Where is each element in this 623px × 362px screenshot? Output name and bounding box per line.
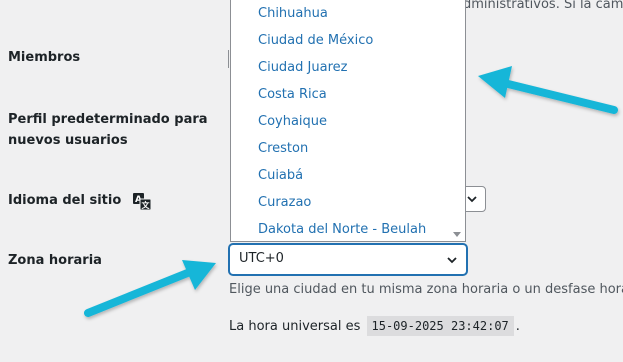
utc-time-prefix: La hora universal es xyxy=(229,319,361,334)
description-partial-top: dministrativos. Si la camb xyxy=(463,0,623,12)
timezone-label: Zona horaria xyxy=(8,253,102,268)
default-role-label-line1: Perfil predeterminado para xyxy=(8,112,208,127)
site-language-text: Idioma del sitio xyxy=(8,193,122,208)
timezone-option[interactable]: Dakota del Norte - Beulah xyxy=(258,222,426,237)
default-role-label-line2: nuevos usuarios xyxy=(8,133,128,148)
chevron-down-icon xyxy=(466,193,478,209)
site-language-label: Idioma del sitio A 文 xyxy=(8,190,152,211)
timezone-select[interactable]: UTC+0 xyxy=(229,244,467,275)
translation-icon: A 文 xyxy=(132,191,152,211)
timezone-option[interactable]: Coyhaique xyxy=(258,114,327,129)
timezone-option[interactable]: Ciudad de México xyxy=(258,33,373,48)
timezone-option[interactable]: Chihuahua xyxy=(258,6,328,21)
timezone-selected-value: UTC+0 xyxy=(239,251,284,266)
timezone-option[interactable]: Curazao xyxy=(258,195,311,210)
timezone-dropdown-list[interactable]: Chihuahua Ciudad de México Ciudad Juarez… xyxy=(230,0,466,242)
arrow-pointer-icon xyxy=(478,66,618,114)
timezone-option[interactable]: Ciudad Juarez xyxy=(258,60,347,75)
timezone-option[interactable]: Creston xyxy=(258,141,308,156)
members-label: Miembros xyxy=(8,50,81,65)
timezone-option[interactable]: Cuiabá xyxy=(258,168,303,183)
timezone-description: Elige una ciudad en tu misma zona horari… xyxy=(229,282,623,297)
svg-text:文: 文 xyxy=(141,200,150,210)
utc-time-line: La hora universal es 15-09-2025 23:42:07… xyxy=(229,316,520,336)
chevron-down-icon xyxy=(446,254,458,270)
utc-time-suffix: . xyxy=(515,319,520,334)
timezone-option[interactable]: Costa Rica xyxy=(258,87,327,102)
utc-time-value: 15-09-2025 23:42:07 xyxy=(366,316,514,336)
arrow-pointer-icon xyxy=(84,260,216,317)
scroll-down-icon[interactable] xyxy=(453,232,461,237)
